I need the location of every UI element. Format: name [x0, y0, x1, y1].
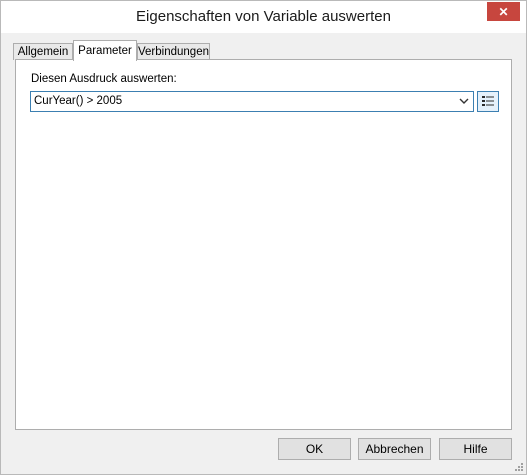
- tab-verbindungen[interactable]: Verbindungen: [137, 43, 210, 60]
- close-button[interactable]: ✕: [487, 2, 520, 21]
- expression-value[interactable]: CurYear() > 2005: [34, 95, 122, 107]
- expression-label: Diesen Ausdruck auswerten:: [31, 73, 177, 85]
- chevron-down-icon[interactable]: [458, 94, 470, 108]
- dialog-window: Eigenschaften von Variable auswerten ✕ A…: [0, 0, 527, 475]
- window-title: Eigenschaften von Variable auswerten: [136, 8, 391, 25]
- ok-button[interactable]: OK: [278, 438, 351, 460]
- resize-grip-icon[interactable]: [514, 462, 524, 472]
- tab-allgemein[interactable]: Allgemein: [13, 43, 73, 60]
- tab-label: Allgemein: [17, 46, 69, 58]
- help-button[interactable]: Hilfe: [439, 438, 512, 460]
- tab-parameter[interactable]: Parameter: [73, 40, 137, 61]
- tab-label: Parameter: [78, 45, 132, 57]
- formula-editor-icon: [482, 96, 494, 106]
- parameter-panel: Diesen Ausdruck auswerten: CurYear() > 2…: [15, 59, 512, 430]
- close-icon: ✕: [498, 4, 509, 19]
- expression-combobox[interactable]: CurYear() > 2005: [30, 91, 474, 112]
- formula-editor-button[interactable]: [477, 91, 499, 112]
- title-bar: Eigenschaften von Variable auswerten ✕: [1, 1, 526, 33]
- tab-label: Verbindungen: [138, 46, 209, 58]
- cancel-button[interactable]: Abbrechen: [358, 438, 431, 460]
